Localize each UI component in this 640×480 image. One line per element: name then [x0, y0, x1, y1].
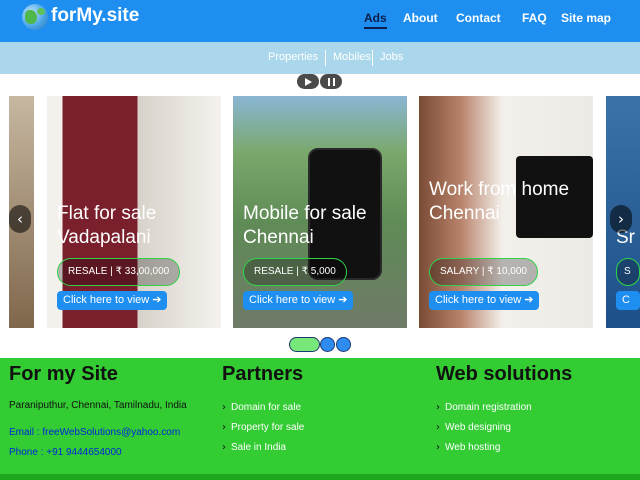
chevron-right-icon: ›	[222, 402, 226, 413]
subnav-mobiles[interactable]: Mobiles	[333, 51, 371, 63]
footer-bottom-bar	[0, 474, 640, 480]
nav-contact[interactable]: Contact	[456, 11, 501, 25]
chevron-right-icon: ›	[436, 422, 440, 433]
chevron-right-icon: ›	[222, 422, 226, 433]
slide-indicator-3[interactable]	[336, 337, 351, 352]
carousel-card-flat[interactable]: Flat for sale Vadapalani RESALE | ₹ 33,0…	[47, 96, 221, 328]
divider	[325, 50, 326, 66]
footer-link-web-designing[interactable]: Web designing	[445, 422, 511, 433]
footer-link-domain-sale[interactable]: Domain for sale	[231, 402, 301, 413]
globe-icon[interactable]	[22, 4, 48, 30]
play-button[interactable]	[297, 74, 319, 89]
footer-link-domain-registration[interactable]: Domain registration	[445, 402, 532, 413]
category-bar: Properties Mobiles Jobs	[0, 42, 640, 74]
price-badge: RESALE | ₹ 33,00,000	[57, 258, 181, 286]
view-button[interactable]: C	[616, 291, 640, 310]
pause-button[interactable]	[320, 74, 342, 89]
view-button[interactable]: Click here to view ➔	[429, 291, 540, 310]
card-title: Work from home Chennai	[429, 179, 570, 224]
nav-about[interactable]: About	[403, 11, 438, 25]
address-text: Paraniputhur, Chennai, Tamilnadu, India	[9, 400, 187, 411]
site-logo-text[interactable]: forMy.site	[51, 5, 139, 27]
footer-about-heading: For my Site	[9, 363, 118, 385]
card-title: Flat for sale Vadapalani	[57, 203, 157, 248]
phone-link[interactable]: Phone : +91 9444654000	[9, 447, 122, 458]
chevron-left-icon[interactable]: ‹	[9, 205, 31, 233]
play-icon	[305, 78, 312, 86]
subnav-jobs[interactable]: Jobs	[380, 51, 403, 63]
header: forMy.site Ads About Contact FAQ Site ma…	[0, 0, 640, 42]
email-link[interactable]: Email : freeWebSolutions@yahoo.com	[9, 427, 180, 438]
footer-link-property-sale[interactable]: Property for sale	[231, 422, 304, 433]
footer-link-web-hosting[interactable]: Web hosting	[445, 442, 500, 453]
footer-link-sale-india[interactable]: Sale in India	[231, 442, 286, 453]
chevron-right-icon[interactable]: ›	[610, 205, 632, 233]
view-button[interactable]: Click here to view ➔	[57, 291, 168, 310]
nav-faq[interactable]: FAQ	[522, 11, 547, 25]
chevron-right-icon: ›	[436, 442, 440, 453]
nav-site-map[interactable]: Site map	[561, 11, 611, 25]
slide-indicator-2[interactable]	[320, 337, 335, 352]
footer: For my Site Paraniputhur, Chennai, Tamil…	[0, 358, 640, 474]
carousel-card-mobile[interactable]: Mobile for sale Chennai RESALE | ₹ 5,000…	[233, 96, 407, 328]
subnav-properties[interactable]: Properties	[268, 51, 318, 63]
view-button[interactable]: Click here to view ➔	[243, 291, 354, 310]
chevron-right-icon: ›	[222, 442, 226, 453]
footer-web-heading: Web solutions	[436, 363, 573, 385]
card-title: Mobile for sale Chennai	[243, 203, 367, 248]
nav-ads[interactable]: Ads	[364, 11, 387, 29]
price-badge: RESALE | ₹ 5,000	[243, 258, 347, 286]
salary-badge: SALARY | ₹ 10,000	[429, 258, 538, 286]
footer-partners-heading: Partners	[222, 363, 304, 385]
carousel-card-job[interactable]: Work from home Chennai SALARY | ₹ 10,000…	[419, 96, 593, 328]
slide-indicator-1[interactable]	[289, 337, 320, 352]
price-badge: S	[616, 258, 640, 286]
chevron-right-icon: ›	[436, 402, 440, 413]
pause-icon	[328, 78, 335, 86]
divider	[372, 50, 373, 66]
